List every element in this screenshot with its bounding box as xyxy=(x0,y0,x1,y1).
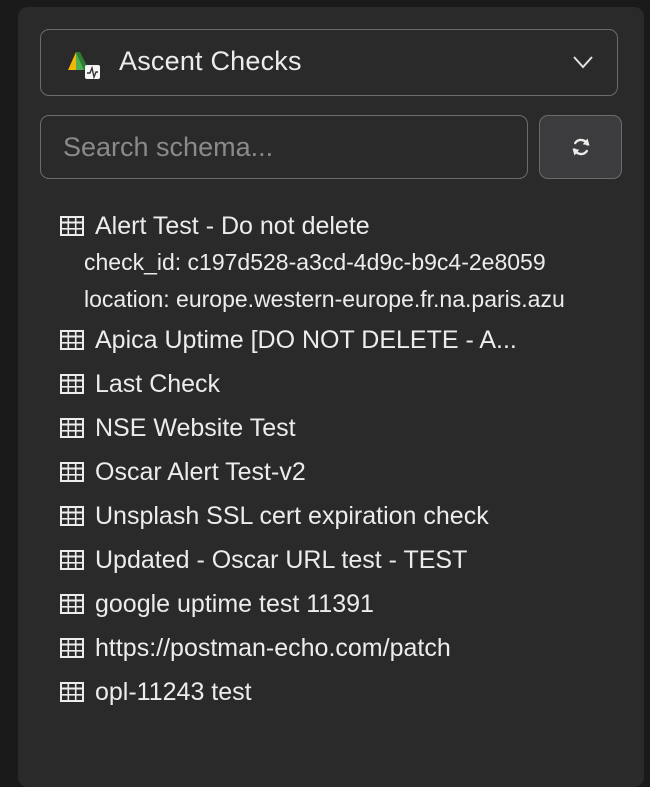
tree-item-google-uptime[interactable]: google uptime test 11391 xyxy=(60,582,622,626)
tree-item-label: Last Check xyxy=(95,369,221,398)
search-schema-input[interactable] xyxy=(40,115,528,179)
tree-item-apica-uptime[interactable]: Apica Uptime [DO NOT DELETE - A... xyxy=(60,318,622,362)
chevron-down-icon xyxy=(573,56,593,69)
tree-item-label: https://postman-echo.com/patch xyxy=(95,633,451,662)
datasource-name: Ascent Checks xyxy=(119,46,302,76)
table-icon xyxy=(60,216,84,236)
tree-item-label: Updated - Oscar URL test - TEST xyxy=(95,545,468,574)
table-icon xyxy=(60,374,84,394)
check-id-detail: check_id: c197d528-a3cd-4d9c-b9c4-2e8059 xyxy=(84,249,546,275)
table-icon xyxy=(60,638,84,658)
tree-item-last-check[interactable]: Last Check xyxy=(60,362,622,406)
tree-item-label: Unsplash SSL cert expiration check xyxy=(95,501,489,530)
table-icon xyxy=(60,506,84,526)
table-icon xyxy=(60,550,84,570)
location-detail: location: europe.western-europe.fr.na.pa… xyxy=(84,286,565,312)
tree-item-opl-11243[interactable]: opl-11243 test xyxy=(60,670,622,714)
tree-item-label: opl-11243 test xyxy=(95,677,252,706)
tree-item-nse-website-test[interactable]: NSE Website Test xyxy=(60,406,622,450)
refresh-icon xyxy=(572,138,589,156)
table-icon xyxy=(60,594,84,614)
table-icon xyxy=(60,418,84,438)
tree-item-label: Apica Uptime [DO NOT DELETE - A... xyxy=(95,325,517,354)
table-icon xyxy=(60,682,84,702)
schema-tree: Alert Test - Do not delete check_id: c19… xyxy=(60,204,622,714)
table-icon xyxy=(60,330,84,350)
schema-panel: Ascent Checks Alert Test - Do not delete… xyxy=(18,7,644,787)
table-icon xyxy=(60,462,84,482)
ascent-logo-icon xyxy=(68,52,100,80)
tree-item-label: NSE Website Test xyxy=(95,413,296,442)
tree-item-unsplash-ssl[interactable]: Unsplash SSL cert expiration check xyxy=(60,494,622,538)
tree-item-label: Oscar Alert Test-v2 xyxy=(95,457,306,486)
refresh-button[interactable] xyxy=(539,115,622,179)
tree-item-label: Alert Test - Do not delete xyxy=(95,211,370,240)
tree-item-postman-echo[interactable]: https://postman-echo.com/patch xyxy=(60,626,622,670)
tree-item-alert-test[interactable]: Alert Test - Do not delete xyxy=(60,204,622,248)
tree-item-oscar-alert-test[interactable]: Oscar Alert Test-v2 xyxy=(60,450,622,494)
datasource-selector[interactable]: Ascent Checks xyxy=(40,29,618,96)
tree-item-updated-oscar[interactable]: Updated - Oscar URL test - TEST xyxy=(60,538,622,582)
tree-item-label: google uptime test 11391 xyxy=(95,589,374,618)
